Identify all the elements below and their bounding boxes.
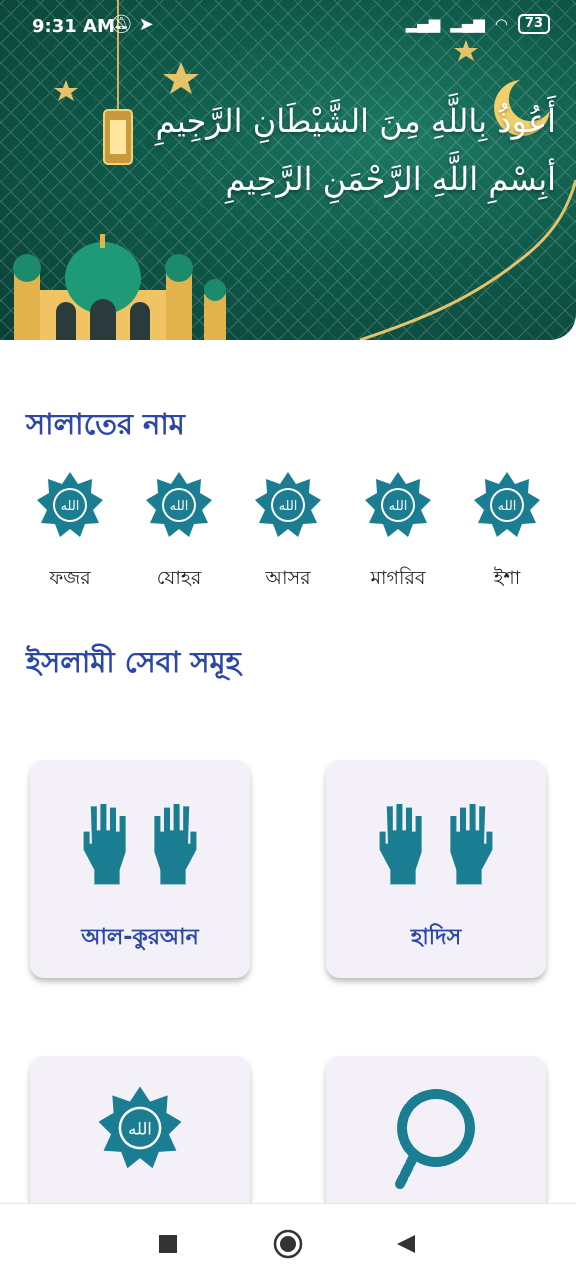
back-button[interactable] [390, 1228, 422, 1260]
prayer-label: ফজর [49, 567, 91, 589]
services-section-title: ইসলামী সেবা সমূহ [26, 645, 241, 679]
service-card-hadith[interactable]: হাদিস [326, 760, 546, 978]
prayer-label: মাগরিব [370, 567, 426, 589]
allah-emblem-icon [37, 472, 103, 537]
status-right-icons: ▂▄▆ ▂▄▆ ◠ 73 [406, 14, 550, 34]
service-card-label: হাদিস [410, 925, 462, 950]
banner-arabic-line-2: أبِسْمِ اللَّهِ الرَّحْمَنِ الرَّحِيمِ [225, 160, 556, 198]
battery-icon: 73 [517, 14, 550, 34]
allah-emblem-icon [255, 472, 321, 537]
wifi-icon: ◠ [494, 15, 508, 33]
prayer-label: ইশা [493, 567, 521, 589]
allah-emblem-icon [365, 472, 431, 537]
prayer-label: যোহর [156, 567, 202, 589]
banner-arabic-line-1: أَعُوذُ بِاللَّهِ مِنَ الشَّيْطَانِ الرَ… [155, 102, 556, 140]
system-nav-bar [0, 1203, 576, 1281]
status-time: 9:31 AM [32, 16, 115, 37]
service-card-label: আল-কুরআন [81, 925, 199, 950]
signal-icon: ▂▄▆ [405, 15, 441, 33]
prayer-label: আসর [265, 567, 311, 589]
signal-icon: ▂▄▆ [450, 15, 485, 33]
prayer-list: ফজর যোহর আসর মাগরিব ইশা [0, 470, 576, 600]
prayer-item-fajr[interactable]: ফজর [20, 470, 120, 596]
prayer-item-asr[interactable]: আসর [238, 470, 338, 596]
prayer-section-title: সালাতের নাম [26, 407, 185, 441]
back-icon [397, 1235, 415, 1253]
mosque-illustration [13, 234, 226, 340]
prayer-item-maghrib[interactable]: মাগরিব [348, 470, 448, 596]
home-button[interactable] [272, 1228, 304, 1260]
recent-apps-icon [159, 1235, 177, 1253]
praying-hands-icon [379, 804, 493, 885]
status-left-icons: 🔕︎ ➤ [110, 14, 154, 35]
home-icon [273, 1229, 303, 1259]
status-bar: 9:31 AM 🔕︎ ➤ ▂▄▆ ▂▄▆ ◠ 73 [0, 0, 576, 56]
prayer-item-zuhr[interactable]: যোহর [129, 470, 229, 596]
allah-emblem-icon [98, 1086, 182, 1169]
recent-apps-button[interactable] [152, 1228, 184, 1260]
send-icon: ➤ [138, 14, 154, 35]
allah-emblem-icon [474, 472, 540, 537]
tasbih-beads-icon [395, 1089, 475, 1189]
praying-hands-icon [83, 804, 197, 885]
service-card-quran[interactable]: আল-কুরআন [30, 760, 250, 978]
allah-emblem-icon [146, 472, 212, 537]
prayer-item-isha[interactable]: ইশা [457, 470, 557, 596]
mute-bell-icon: 🔕︎ [110, 14, 133, 35]
